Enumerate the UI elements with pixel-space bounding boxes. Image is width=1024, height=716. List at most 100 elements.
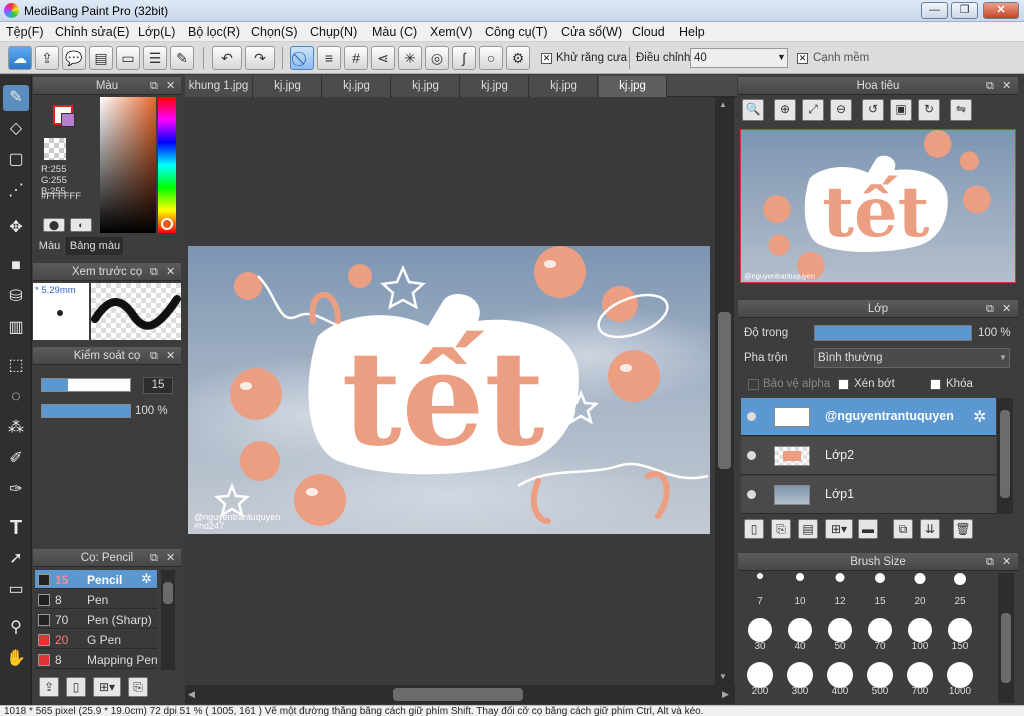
visibility-icon[interactable]	[747, 490, 756, 499]
fit-icon[interactable]: ⤢	[802, 99, 824, 121]
brush-item-pen-sharp[interactable]: 70 Pen (Sharp)	[35, 610, 157, 629]
brush-list-scrollbar[interactable]	[161, 570, 175, 670]
blend-mode-dropdown[interactable]: Bình thường ▼	[814, 348, 1010, 368]
close-icon[interactable]: ✕	[1002, 553, 1011, 571]
tab-kj-2[interactable]: kj.jpg	[323, 76, 391, 97]
layer-item-lop2[interactable]: Lớp2	[741, 437, 996, 475]
close-icon[interactable]: ✕	[1002, 77, 1011, 95]
tab-color[interactable]: Màu	[33, 237, 67, 255]
brush-size-option[interactable]: 1000	[940, 651, 980, 699]
canvas-workspace[interactable]: tết @nguyentrantuquyen #hd247	[185, 97, 715, 687]
add-layer-menu-icon[interactable]: ⊞▾	[825, 519, 853, 539]
menu-edit[interactable]: Chỉnh sửa(E)	[55, 25, 129, 39]
brush-opacity-slider[interactable]	[41, 404, 131, 418]
add-brush-icon[interactable]: ⊞▾	[93, 677, 121, 697]
brush-size-option[interactable]: 200	[740, 651, 780, 699]
brush-size-option[interactable]: 12	[820, 567, 860, 609]
delete-layer-icon[interactable]: 🗑	[953, 519, 973, 539]
edit-icon[interactable]: ✎	[170, 46, 194, 70]
close-icon[interactable]: ✕	[166, 77, 175, 95]
comment-icon[interactable]: ▤	[89, 46, 113, 70]
divide-tool-icon[interactable]: ▭	[3, 577, 29, 603]
select-pen-tool-icon[interactable]: ✐	[3, 446, 29, 472]
brush-list-scroll-thumb[interactable]	[163, 582, 173, 604]
brush-size-option[interactable]: 150	[940, 606, 980, 654]
popout-icon[interactable]: ⧉	[986, 300, 994, 318]
reset-view-icon[interactable]: ▣	[890, 99, 912, 121]
brush-size-option[interactable]: 300	[780, 651, 820, 699]
hand-tool-icon[interactable]: ✋	[3, 646, 29, 672]
correction-dropdown[interactable]: 40 ▼	[690, 48, 788, 68]
brush-size-value[interactable]: 15	[143, 377, 173, 394]
canvas-horizontal-scrollbar[interactable]: ◀ ▶	[185, 685, 735, 704]
menu-file[interactable]: Tệp(F)	[6, 25, 44, 39]
fill-rect-tool-icon[interactable]: ■	[3, 253, 29, 279]
lock-checkbox[interactable]	[930, 379, 941, 390]
dot-tool-icon[interactable]: ⋰	[3, 178, 29, 204]
layer-item-lop1[interactable]: Lớp1	[741, 476, 996, 514]
saturation-value-picker[interactable]	[100, 97, 156, 233]
menu-help[interactable]: Help	[679, 25, 705, 39]
bucket-tool-icon[interactable]: ⛁	[3, 284, 29, 310]
tab-kj-5[interactable]: kj.jpg	[530, 76, 598, 97]
upload-icon[interactable]: ⇪	[35, 46, 59, 70]
list-icon[interactable]: ☰	[143, 46, 167, 70]
protect-alpha-checkbox[interactable]	[748, 379, 759, 390]
brush-item-mapping-pen[interactable]: 8 Mapping Pen	[35, 650, 158, 669]
vanishing-point-icon[interactable]: ⋖	[371, 46, 395, 70]
brush-size-option[interactable]: 50	[820, 606, 860, 654]
scroll-up-icon[interactable]: ▲	[719, 100, 727, 109]
close-icon[interactable]: ✕	[166, 347, 175, 365]
undo-icon[interactable]: ↶	[212, 46, 242, 70]
brush-size-option[interactable]: 500	[860, 651, 900, 699]
brush-item-pen[interactable]: 8 Pen	[35, 590, 157, 609]
radial-snap-icon[interactable]: ✳	[398, 46, 422, 70]
snap-settings-icon[interactable]: ⚙	[506, 46, 530, 70]
secondary-color-swatch[interactable]	[61, 113, 75, 127]
brush-item-pencil[interactable]: 15 Pencil ✲	[35, 570, 157, 589]
folder-icon[interactable]: ▬	[858, 519, 878, 539]
lasso-tool-icon[interactable]: ◌	[3, 384, 29, 410]
soft-edge-checkbox[interactable]: ✕	[797, 53, 808, 64]
brush-cloud-icon[interactable]: ⇪	[39, 677, 59, 697]
brush-size-option[interactable]: 400	[820, 651, 860, 699]
menu-window[interactable]: Cửa sổ(W)	[561, 25, 622, 39]
minimize-button[interactable]: —	[921, 2, 948, 19]
duplicate-layer-icon[interactable]: ⧉	[893, 519, 913, 539]
select-rect-tool-icon[interactable]: ⬚	[3, 353, 29, 379]
speech-bubble-icon[interactable]: 💬	[62, 46, 86, 70]
menu-select[interactable]: Chọn(S)	[251, 25, 298, 39]
menu-layer[interactable]: Lớp(L)	[138, 25, 175, 39]
rectangle-tool-icon[interactable]: ▢	[3, 147, 29, 173]
eyedropper-tool-icon[interactable]: ⚲	[3, 615, 29, 641]
canvas-vertical-scrollbar[interactable]: ▲ ▼	[715, 97, 734, 685]
menu-color[interactable]: Màu (C)	[372, 25, 417, 39]
menu-cloud[interactable]: Cloud	[632, 25, 665, 39]
menu-view[interactable]: Xem(V)	[430, 25, 472, 39]
cloud-icon[interactable]: ☁	[8, 46, 32, 70]
new-8bit-layer-icon[interactable]: ▤	[798, 519, 818, 539]
navigator-thumbnail[interactable]: tết @nguyentrantuquyen	[740, 129, 1016, 283]
new-brush-icon[interactable]: ▯	[66, 677, 86, 697]
rotate-right-icon[interactable]: ↻	[918, 99, 940, 121]
concentric-snap-icon[interactable]: ◎	[425, 46, 449, 70]
close-icon[interactable]: ✕	[1002, 300, 1011, 318]
brush-tool-icon[interactable]: ✎	[3, 85, 29, 111]
scroll-left-icon[interactable]: ◀	[188, 689, 195, 700]
cross-snap-icon[interactable]: #	[344, 46, 368, 70]
layer-item-watermark[interactable]: @nguyentrantuquyen ✲	[741, 398, 996, 436]
brush-size-option[interactable]: 70	[860, 606, 900, 654]
new-halftone-layer-icon[interactable]: ⎘	[771, 519, 791, 539]
brush-size-option[interactable]: 30	[740, 606, 780, 654]
popout-icon[interactable]: ⧉	[150, 347, 158, 365]
brush-size-option[interactable]: 20	[900, 567, 940, 609]
tab-kj-4[interactable]: kj.jpg	[461, 76, 529, 97]
brush-size-option[interactable]: 25	[940, 567, 980, 609]
redo-icon[interactable]: ↷	[245, 46, 275, 70]
brush-size-option[interactable]: 700	[900, 651, 940, 699]
scroll-down-icon[interactable]: ▼	[719, 672, 727, 681]
close-icon[interactable]: ✕	[166, 263, 175, 281]
brush-settings-icon[interactable]: ⎘	[128, 677, 148, 697]
rotate-left-icon[interactable]: ↺	[862, 99, 884, 121]
document-icon[interactable]: ▭	[116, 46, 140, 70]
